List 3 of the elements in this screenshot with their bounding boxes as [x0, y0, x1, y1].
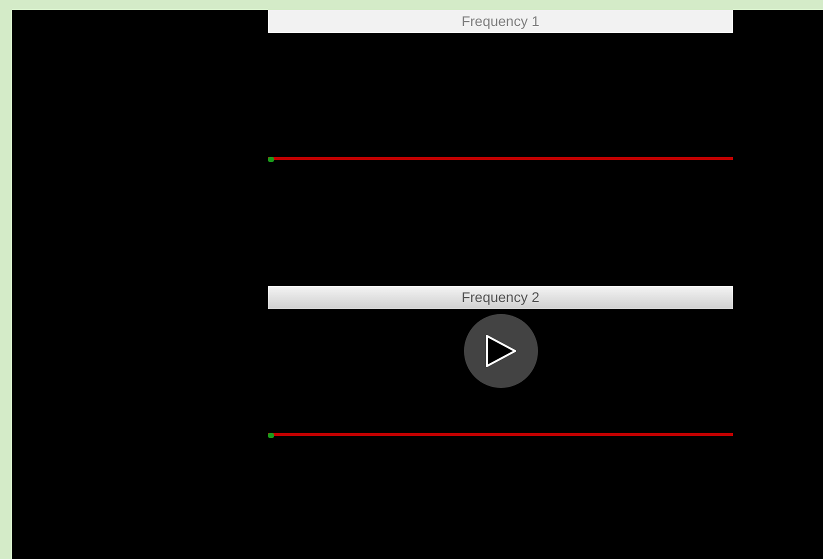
panel-header: Frequency 1 [268, 10, 733, 33]
play-icon [486, 335, 516, 367]
panel-header: Frequency 2 [268, 286, 733, 309]
